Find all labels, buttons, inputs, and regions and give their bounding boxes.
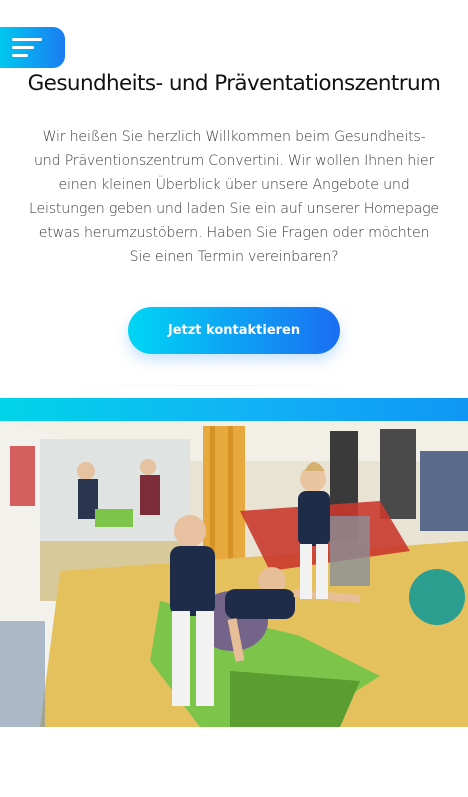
- menu-button[interactable]: [0, 27, 65, 68]
- intro-text: Wir heißen Sie herzlich Willkommen beim …: [29, 129, 439, 265]
- page-title: Gesundheits- und Präventationszentrum: [27, 71, 441, 96]
- divider: [40, 385, 390, 386]
- gradient-band: [0, 398, 468, 421]
- contact-button[interactable]: Jetzt kontaktieren: [128, 307, 340, 354]
- hero-photo: [0, 421, 468, 727]
- hamburger-menu-icon: [12, 38, 42, 41]
